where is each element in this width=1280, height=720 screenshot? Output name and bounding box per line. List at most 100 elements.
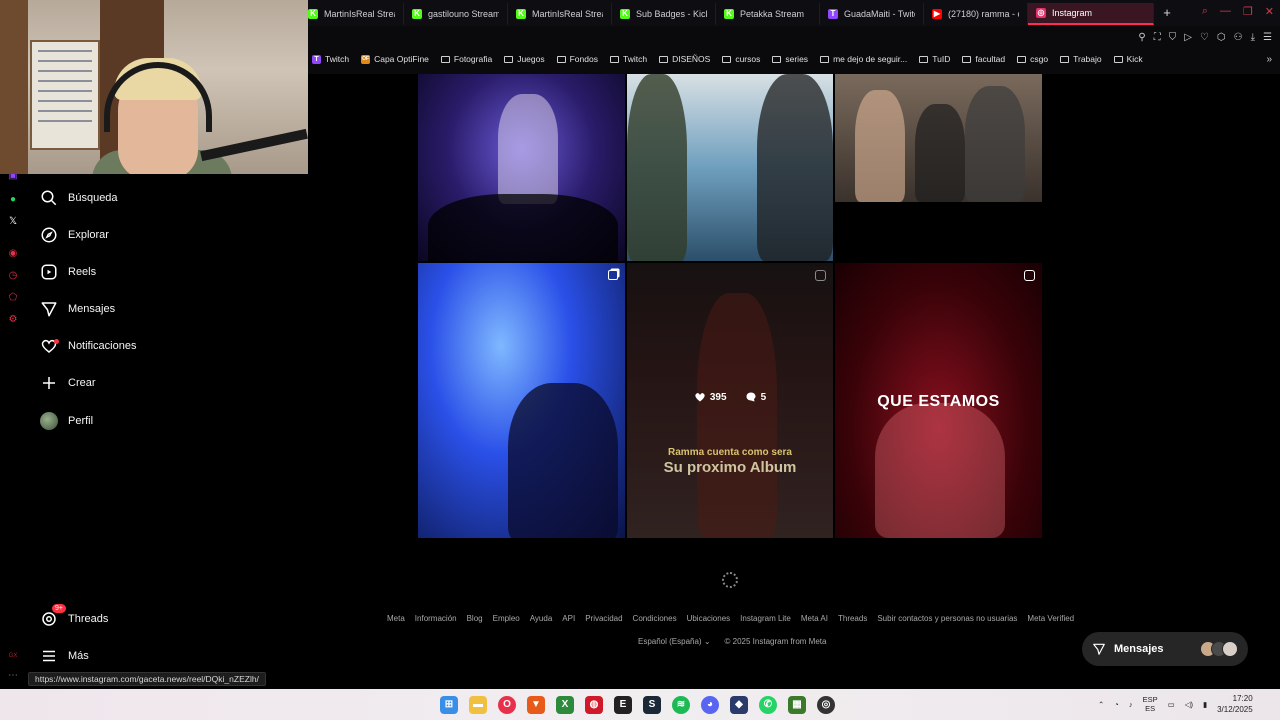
- menu-icon[interactable]: ☰: [1263, 32, 1272, 43]
- pin-icon[interactable]: ⚲: [1138, 32, 1145, 43]
- bookmark-item[interactable]: cursos: [722, 54, 760, 64]
- download-icon[interactable]: ⤓: [1251, 32, 1255, 43]
- start-icon[interactable]: ⊞: [440, 696, 458, 714]
- search-tabs-icon[interactable]: ⌕: [1202, 5, 1208, 18]
- file-explorer-icon[interactable]: ▬: [469, 696, 487, 714]
- bookmark-item[interactable]: Trabajo: [1060, 54, 1102, 64]
- browser-tab[interactable]: K Petakka Stream: [716, 3, 820, 25]
- bookmark-item[interactable]: TuID: [919, 54, 950, 64]
- post-tile-event[interactable]: [627, 74, 833, 261]
- footer-link[interactable]: Instagram Lite: [740, 614, 791, 623]
- bookmark-item[interactable]: Juegos: [504, 54, 545, 64]
- excel-icon[interactable]: X: [556, 696, 574, 714]
- whatsapp-taskbar-icon[interactable]: ✆: [759, 696, 777, 714]
- footer-link[interactable]: Empleo: [493, 614, 520, 623]
- nav-explore[interactable]: Explorar: [40, 223, 240, 247]
- x-icon[interactable]: 𝕏: [7, 216, 19, 228]
- footer-link[interactable]: Privacidad: [585, 614, 622, 623]
- opera-gx-icon[interactable]: O: [498, 696, 516, 714]
- maximize-icon[interactable]: ❐: [1243, 5, 1253, 18]
- bookmark-item[interactable]: Kick: [1113, 54, 1143, 64]
- tray-chevron-icon[interactable]: ⌃: [1098, 700, 1104, 709]
- nav-profile[interactable]: Perfil: [40, 409, 240, 433]
- post-tile-concert[interactable]: [418, 74, 625, 261]
- nav-threads[interactable]: 9+ Threads: [40, 604, 240, 631]
- media-app-icon[interactable]: ◍: [585, 696, 603, 714]
- nav-create[interactable]: Crear: [40, 371, 240, 395]
- whatsapp-icon[interactable]: ●: [7, 194, 19, 206]
- post-tile-group-photo[interactable]: [835, 74, 1042, 202]
- close-window-icon[interactable]: ✕: [1265, 5, 1274, 18]
- bookmark-item[interactable]: Fondos: [556, 54, 598, 64]
- steam-icon[interactable]: S: [643, 696, 661, 714]
- footer-link[interactable]: Ubicaciones: [687, 614, 731, 623]
- heart-icon[interactable]: ♡: [1200, 32, 1209, 43]
- music-icon[interactable]: ◉: [7, 248, 19, 260]
- nav-notifications[interactable]: Notificaciones: [40, 334, 240, 358]
- spotify-icon[interactable]: ≋: [672, 696, 690, 714]
- discord-icon[interactable]: ◕: [701, 696, 719, 714]
- footer-link[interactable]: Subir contactos y personas no usuarias: [877, 614, 1017, 623]
- language-select[interactable]: Español (España) ⌄: [638, 637, 711, 646]
- post-tile-reel-hovered[interactable]: 395 5 Ramma cuenta como sera Su proximo …: [627, 263, 833, 538]
- play-icon[interactable]: ▷: [1184, 32, 1192, 43]
- footer-link[interactable]: Información: [415, 614, 457, 623]
- shield-icon[interactable]: ⛉: [1169, 32, 1177, 43]
- browser-tab[interactable]: ▶ (27180) ramma - ca: [924, 3, 1028, 25]
- nav-search[interactable]: Búsqueda: [40, 186, 240, 210]
- clock[interactable]: 17:20 3/12/2025: [1217, 693, 1253, 715]
- bookmark-item[interactable]: csgo: [1017, 54, 1048, 64]
- volume-icon[interactable]: ◁): [1185, 700, 1193, 709]
- footer-link[interactable]: API: [562, 614, 575, 623]
- footer-link[interactable]: Ayuda: [530, 614, 553, 623]
- footer-link[interactable]: Meta Verified: [1027, 614, 1074, 623]
- microphone-icon[interactable]: ♪: [1129, 700, 1133, 709]
- bookmark-item[interactable]: series: [772, 54, 808, 64]
- footer-link[interactable]: Meta: [387, 614, 405, 623]
- bookmark-item[interactable]: T Twitch: [312, 54, 349, 64]
- footer-link[interactable]: Meta AI: [801, 614, 828, 623]
- tray-app-icon[interactable]: ◔: [1114, 700, 1119, 709]
- bookmark-item[interactable]: DISEÑOS: [659, 54, 710, 64]
- bookmark-item[interactable]: Twitch: [609, 54, 647, 64]
- browser-tab[interactable]: ◎ Instagram: [1028, 3, 1154, 25]
- settings-icon[interactable]: ⚙: [7, 314, 19, 326]
- messages-floating-button[interactable]: Mensajes: [1082, 632, 1248, 666]
- bookmarks-overflow-icon[interactable]: »: [1266, 54, 1272, 65]
- minimize-icon[interactable]: —: [1220, 5, 1231, 18]
- footer-link[interactable]: Threads: [838, 614, 867, 623]
- app-icon[interactable]: ◆: [730, 696, 748, 714]
- nav-reels[interactable]: Reels: [40, 260, 240, 284]
- bookmark-item[interactable]: OF Capa OptiFine: [361, 54, 429, 64]
- epic-games-icon[interactable]: E: [614, 696, 632, 714]
- obs-icon[interactable]: ◎: [817, 696, 835, 714]
- monitor-icon[interactable]: ▭: [1168, 700, 1175, 709]
- post-tile-blue-crowd[interactable]: [418, 263, 625, 538]
- snapshot-icon[interactable]: ⛶: [1154, 32, 1161, 43]
- browser-tab[interactable]: T GuadaMaiti - Twitch: [820, 3, 924, 25]
- history-icon[interactable]: ◷: [7, 270, 19, 282]
- bookmark-item[interactable]: me dejo de seguir...: [820, 54, 907, 64]
- bookmark-item[interactable]: Fotografia: [440, 54, 492, 64]
- footer-link[interactable]: Blog: [467, 614, 483, 623]
- gx-icon[interactable]: GX: [7, 650, 19, 662]
- comment-count-value: 5: [760, 391, 767, 403]
- bookmark-item[interactable]: facultad: [962, 54, 1005, 64]
- nav-more[interactable]: Más: [40, 644, 240, 668]
- account-icon[interactable]: ⚇: [1234, 32, 1243, 43]
- browser-tab[interactable]: K Sub Badges - Kick D: [612, 3, 716, 25]
- battery-icon[interactable]: ▮: [1203, 700, 1207, 709]
- extensions-icon[interactable]: ⬡: [1217, 32, 1226, 43]
- new-tab-button[interactable]: +: [1158, 4, 1176, 22]
- brave-icon[interactable]: ▼: [527, 696, 545, 714]
- browser-tab[interactable]: K MartinIsReal Stream: [508, 3, 612, 25]
- browser-tab[interactable]: K MartinIsReal Stream: [300, 3, 404, 25]
- language-indicator[interactable]: ESP ES: [1143, 695, 1158, 713]
- browser-tab[interactable]: Kgastilouno Stream: [404, 3, 508, 25]
- more-dots-icon[interactable]: ⋯: [7, 670, 19, 682]
- nav-messages[interactable]: Mensajes: [40, 297, 240, 321]
- post-tile-red-reel[interactable]: QUE ESTAMOS: [835, 263, 1042, 538]
- pinboard-icon[interactable]: ⬠: [7, 292, 19, 304]
- minecraft-icon[interactable]: ▦: [788, 696, 806, 714]
- footer-link[interactable]: Condiciones: [633, 614, 677, 623]
